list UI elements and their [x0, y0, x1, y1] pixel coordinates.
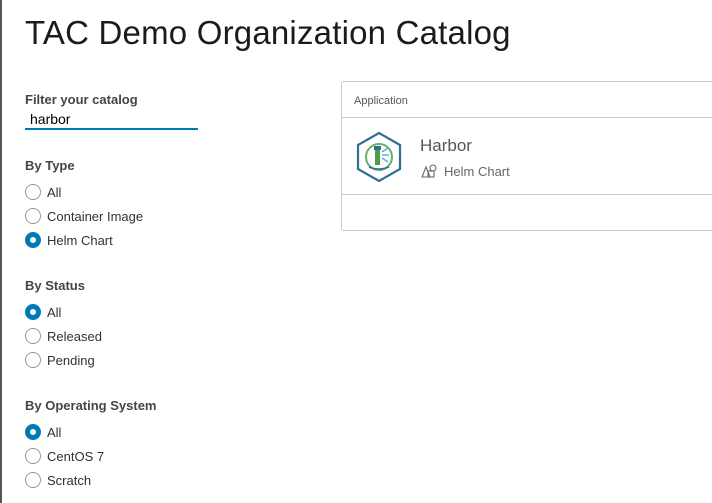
filter-input[interactable]	[25, 110, 198, 130]
radio-status-all[interactable]	[25, 304, 41, 320]
radio-label: Released	[47, 328, 102, 344]
radio-label: Container Image	[47, 208, 144, 224]
radio-label: CentOS 7	[47, 448, 105, 464]
left-border	[0, 0, 2, 503]
radio-status-pending[interactable]	[25, 352, 41, 368]
radio-os-scratch[interactable]	[25, 472, 41, 488]
radio-os-centos-7[interactable]	[25, 448, 41, 464]
type-option-container-image[interactable]: Container Image	[25, 207, 143, 225]
os-option-all[interactable]: All	[25, 423, 61, 441]
radio-os-all[interactable]	[25, 424, 41, 440]
radio-label: All	[47, 304, 62, 320]
type-option-helm-chart[interactable]: Helm Chart	[25, 231, 113, 249]
results-card: Application Harbor Helm Chart	[341, 81, 712, 231]
os-option-centos-7[interactable]: CentOS 7	[25, 447, 104, 465]
radio-label: All	[47, 184, 62, 200]
app-name[interactable]: Harbor	[420, 136, 472, 156]
app-type-label: Helm Chart	[444, 163, 510, 179]
status-option-released[interactable]: Released	[25, 327, 102, 345]
radio-label: Scratch	[47, 472, 92, 488]
os-option-scratch[interactable]: Scratch	[25, 471, 91, 489]
by-os-title: By Operating System	[25, 398, 157, 413]
results-header: Application	[342, 82, 712, 118]
app-row-harbor[interactable]: Harbor Helm Chart	[342, 118, 712, 195]
filter-label: Filter your catalog	[25, 92, 138, 107]
status-option-pending[interactable]: Pending	[25, 351, 95, 369]
radio-label: Helm Chart	[47, 232, 113, 248]
radio-type-all[interactable]	[25, 184, 41, 200]
app-type: Helm Chart	[420, 163, 510, 179]
status-option-all[interactable]: All	[25, 303, 61, 321]
harbor-logo-icon	[356, 131, 402, 183]
radio-type-container-image[interactable]	[25, 208, 41, 224]
radio-type-helm-chart[interactable]	[25, 232, 41, 248]
page-title: TAC Demo Organization Catalog	[25, 14, 511, 51]
by-type-title: By Type	[25, 158, 75, 173]
radio-label: All	[47, 424, 62, 440]
helm-chart-icon	[421, 164, 437, 178]
radio-status-released[interactable]	[25, 328, 41, 344]
radio-label: Pending	[47, 352, 95, 368]
type-option-all[interactable]: All	[25, 183, 61, 201]
by-status-title: By Status	[25, 278, 85, 293]
